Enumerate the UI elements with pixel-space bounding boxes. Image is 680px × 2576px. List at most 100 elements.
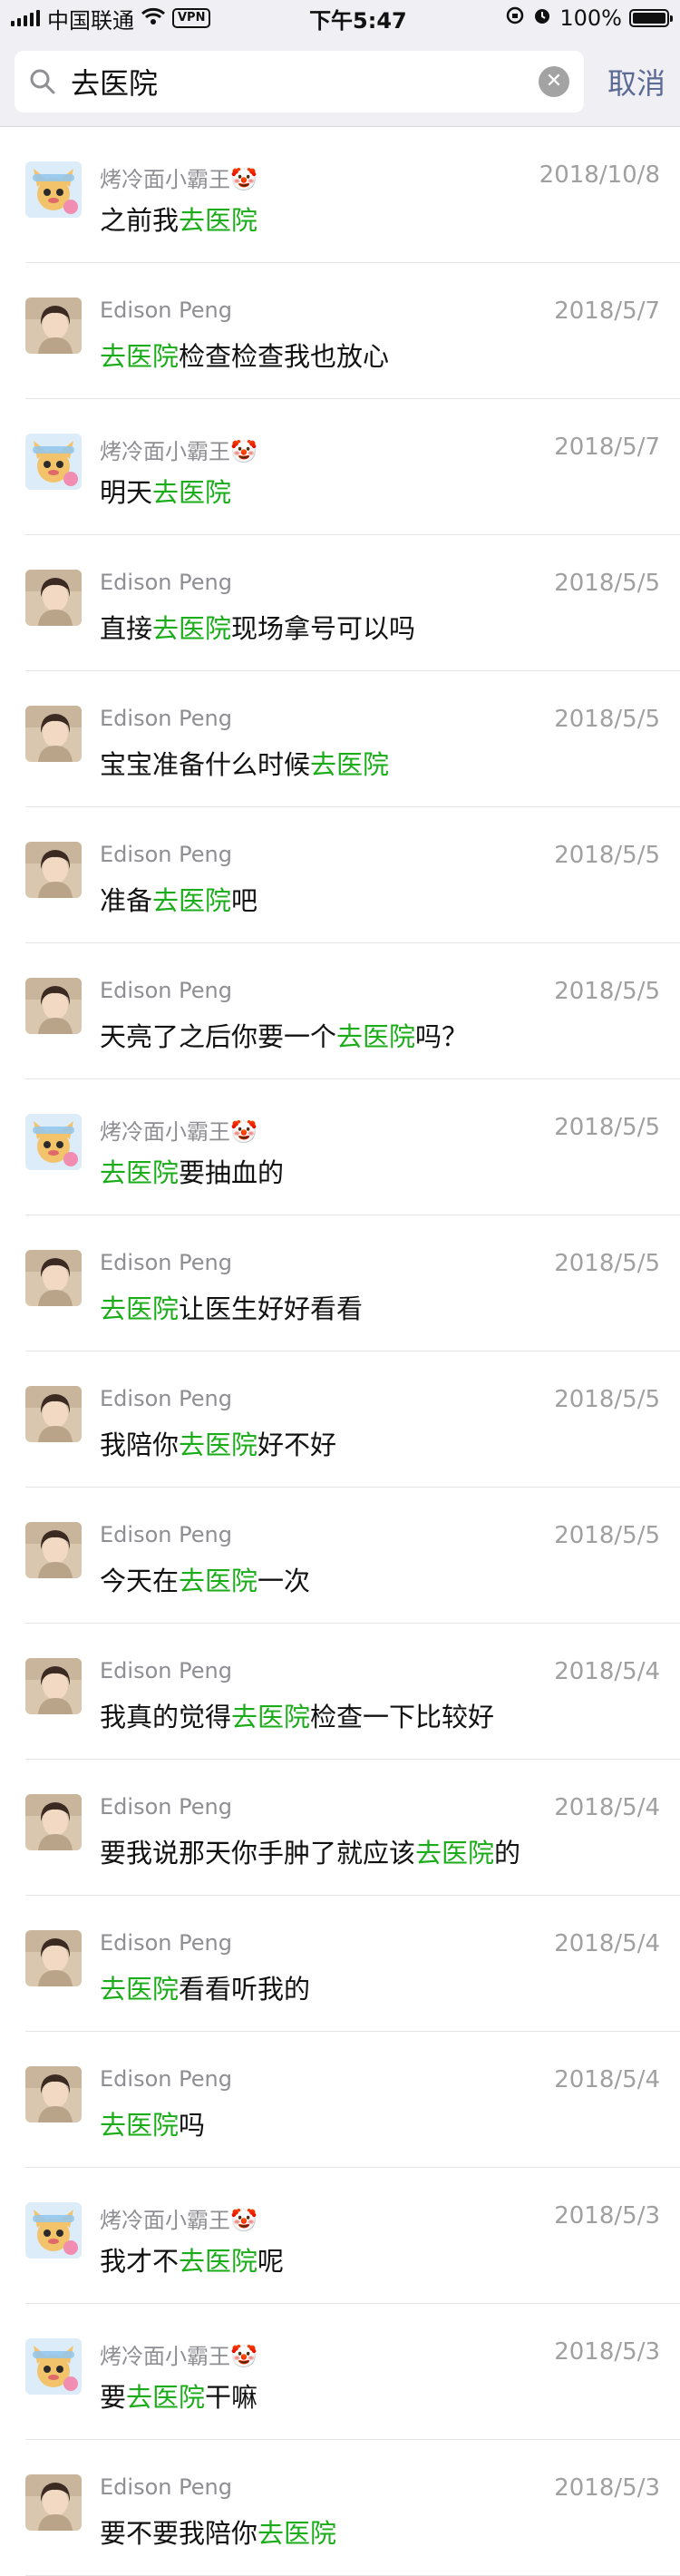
message-date: 2018/5/4 xyxy=(554,1794,660,1821)
photo-avatar xyxy=(25,1658,82,1714)
search-box[interactable]: ✕ xyxy=(15,50,584,112)
keyword-highlight: 去医院 xyxy=(152,477,232,508)
vpn-badge: VPN xyxy=(172,8,211,28)
message-text: 要不要我陪你去医院 xyxy=(100,2513,336,2551)
message-text-before: 宝宝准备什么时候 xyxy=(100,749,311,780)
message-date: 2018/5/3 xyxy=(554,2202,660,2230)
result-item[interactable]: 烤冷面小霸王🤡 2018/5/7 明天去医院 xyxy=(25,399,680,535)
message-date: 2018/5/5 xyxy=(554,842,660,869)
message-text: 天亮了之后你要一个去医院吗？ xyxy=(100,1016,468,1054)
sender-name: Edison Peng xyxy=(100,1386,232,1411)
sender-name: Edison Peng xyxy=(100,2474,232,2500)
message-text-after: 看看听我的 xyxy=(179,1974,311,2005)
result-item[interactable]: Edison Peng 2018/5/4 去医院看看听我的 xyxy=(25,1896,680,2032)
message-date: 2018/5/4 xyxy=(554,1930,660,1957)
result-item[interactable]: Edison Peng 2018/5/5 宝宝准备什么时候去医院 xyxy=(25,671,680,807)
alarm-icon xyxy=(532,5,552,31)
keyword-highlight: 去医院 xyxy=(100,1293,180,1324)
wifi-icon xyxy=(141,5,165,31)
keyword-highlight: 去医院 xyxy=(126,2382,206,2413)
result-item[interactable]: Edison Peng 2018/5/5 直接去医院现场拿号可以吗 xyxy=(25,535,680,671)
keyword-highlight: 去医院 xyxy=(100,1974,180,2005)
result-item[interactable]: Edison Peng 2018/5/4 去医院吗 xyxy=(25,2032,680,2168)
cancel-button[interactable]: 取消 xyxy=(607,61,665,102)
result-item[interactable]: Edison Peng 2018/5/5 准备去医院吧 xyxy=(25,807,680,943)
message-text: 去医院检查检查我也放心 xyxy=(100,336,389,374)
result-item[interactable]: 烤冷面小霸王🤡 2018/5/5 去医院要抽血的 xyxy=(25,1079,680,1215)
result-item[interactable]: Edison Peng 2018/5/4 我真的觉得去医院检查一下比较好 xyxy=(25,1624,680,1760)
keyword-highlight: 去医院 xyxy=(179,2246,258,2277)
photo-avatar xyxy=(25,2066,82,2122)
message-text-after: 吗？ xyxy=(415,1021,469,1052)
search-input[interactable] xyxy=(69,63,539,100)
clear-icon[interactable]: ✕ xyxy=(538,65,569,97)
message-text-before: 要我说那天你手肿了就应该 xyxy=(100,1838,416,1869)
result-item[interactable]: 烤冷面小霸王🤡 2018/5/3 我才不去医院呢 xyxy=(25,2168,680,2304)
result-item[interactable]: Edison Peng 2018/5/4 要我说那天你手肿了就应该去医院的 xyxy=(25,1760,680,1896)
result-item[interactable]: Edison Peng 2018/5/5 去医院让医生好好看看 xyxy=(25,1215,680,1351)
keyword-highlight: 去医院 xyxy=(100,1157,180,1188)
message-text: 明天去医院 xyxy=(100,472,231,510)
cartoon-avatar xyxy=(25,1114,82,1170)
battery-percent: 100% xyxy=(559,5,622,31)
sender-name: Edison Peng xyxy=(100,978,232,1003)
photo-avatar xyxy=(25,1794,82,1850)
photo-avatar xyxy=(25,842,82,898)
search-icon xyxy=(29,68,56,95)
message-date: 2018/5/3 xyxy=(554,2338,660,2366)
photo-avatar xyxy=(25,570,82,626)
message-text: 宝宝准备什么时候去医院 xyxy=(100,744,389,782)
status-left: 中国联通 VPN xyxy=(11,3,211,34)
message-text-before: 今天在 xyxy=(100,1566,180,1596)
message-text-after: 检查一下比较好 xyxy=(310,1702,495,1732)
result-item[interactable]: Edison Peng 2018/5/3 要不要我陪你去医院 xyxy=(25,2440,680,2576)
status-bar: 中国联通 VPN 下午5:47 100% xyxy=(0,0,680,36)
message-date: 2018/5/5 xyxy=(554,1522,660,1549)
carrier-label: 中国联通 xyxy=(47,7,134,34)
photo-avatar xyxy=(25,2474,82,2531)
message-text: 去医院让医生好好看看 xyxy=(100,1288,363,1326)
result-item[interactable]: Edison Peng 2018/5/5 天亮了之后你要一个去医院吗？ xyxy=(25,943,680,1079)
keyword-highlight: 去医院 xyxy=(336,1021,416,1052)
message-text: 之前我去医院 xyxy=(100,200,257,238)
cartoon-avatar xyxy=(25,2338,82,2395)
keyword-highlight: 去医院 xyxy=(231,1702,311,1732)
message-text-before: 我陪你 xyxy=(100,1429,180,1460)
sender-name: Edison Peng xyxy=(100,570,232,595)
message-text-before: 我才不 xyxy=(100,2246,180,2277)
message-text: 直接去医院现场拿号可以吗 xyxy=(100,608,415,646)
orientation-lock-icon xyxy=(505,5,525,31)
message-date: 2018/5/5 xyxy=(554,1386,660,1413)
result-item[interactable]: Edison Peng 2018/5/5 我陪你去医院好不好 xyxy=(25,1351,680,1488)
message-text-after: 吗 xyxy=(179,2110,206,2141)
sender-name: Edison Peng xyxy=(100,842,232,867)
message-date: 2018/5/5 xyxy=(554,1250,660,1277)
result-item[interactable]: 烤冷面小霸王🤡 2018/5/3 要去医院干嘛 xyxy=(25,2304,680,2440)
message-text-after: 好不好 xyxy=(257,1429,337,1460)
result-list: 烤冷面小霸王🤡 2018/10/8 之前我去医院 Edison Peng 201… xyxy=(0,127,680,2576)
message-text-before: 我真的觉得 xyxy=(100,1702,232,1732)
result-item[interactable]: 烤冷面小霸王🤡 2018/10/8 之前我去医院 xyxy=(25,127,680,263)
message-text: 要我说那天你手肿了就应该去医院的 xyxy=(100,1832,520,1870)
search-header: ✕ 取消 xyxy=(0,36,680,127)
photo-avatar xyxy=(25,706,82,762)
message-text-before: 天亮了之后你要一个 xyxy=(100,1021,337,1052)
message-text: 准备去医院吧 xyxy=(100,880,257,918)
status-right: 100% xyxy=(505,5,673,31)
sender-name: 烤冷面小霸王🤡 xyxy=(100,2344,257,2369)
sender-name: 烤冷面小霸王🤡 xyxy=(100,2208,257,2233)
sender-name: Edison Peng xyxy=(100,1250,232,1275)
sender-name: Edison Peng xyxy=(100,1658,232,1683)
message-text: 我才不去医院呢 xyxy=(100,2240,284,2278)
message-date: 2018/5/3 xyxy=(554,2474,660,2502)
sender-name: Edison Peng xyxy=(100,706,232,731)
result-item[interactable]: Edison Peng 2018/5/7 去医院检查检查我也放心 xyxy=(25,263,680,399)
keyword-highlight: 去医院 xyxy=(179,1429,258,1460)
message-date: 2018/5/4 xyxy=(554,2066,660,2093)
keyword-highlight: 去医院 xyxy=(179,205,258,236)
result-item[interactable]: Edison Peng 2018/5/5 今天在去医院一次 xyxy=(25,1488,680,1624)
keyword-highlight: 去医院 xyxy=(152,613,232,644)
photo-avatar xyxy=(25,1522,82,1578)
message-text-after: 的 xyxy=(494,1838,521,1869)
message-date: 2018/5/4 xyxy=(554,1658,660,1685)
